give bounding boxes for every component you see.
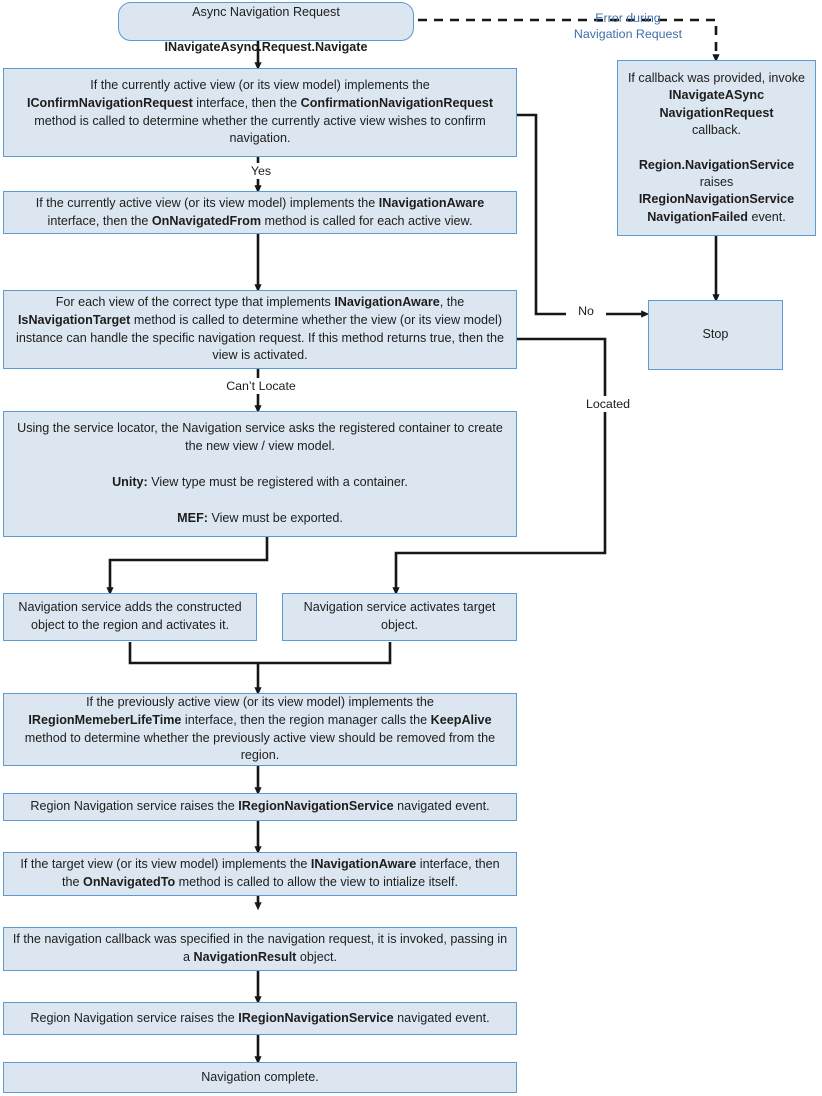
callback-invoked-text: If the navigation callback was specified… — [12, 932, 508, 964]
node-confirm-navigation-request[interactable]: If the currently active view (or its vie… — [3, 68, 517, 157]
node-raises-navigated-event-1[interactable]: Region Navigation service raises the IRe… — [3, 793, 517, 821]
on-navigated-to-text: If the target view (or its view model) i… — [20, 857, 500, 889]
node-is-navigation-target[interactable]: For each view of the correct type that i… — [3, 290, 517, 369]
raises-navigated-1-text: Region Navigation service raises the IRe… — [30, 799, 490, 814]
activate-target-text: Navigation service activates target obje… — [303, 600, 496, 632]
keep-alive-text: If the previously active view (or its vi… — [24, 694, 496, 763]
service-locator-text: Using the service locator, the Navigatio… — [17, 421, 503, 525]
node-raises-navigated-event-2[interactable]: Region Navigation service raises the IRe… — [3, 1002, 517, 1035]
node-add-constructed-object-to-region[interactable]: Navigation service adds the constructed … — [3, 593, 257, 641]
node-activate-target-object[interactable]: Navigation service activates target obje… — [282, 593, 517, 641]
node-on-navigated-from[interactable]: If the currently active view (or its vie… — [3, 191, 517, 234]
navigation-complete-text: Navigation complete. — [201, 1069, 319, 1084]
node-on-navigated-to[interactable]: If the target view (or its view model) i… — [3, 852, 517, 896]
node-stop[interactable]: Stop — [648, 300, 783, 370]
edge-label-cant-locate: Can’t Locate — [212, 378, 310, 395]
edge-label-yes: Yes — [238, 163, 284, 180]
node-navigation-failed-callback[interactable]: If callback was provided, invoke INaviga… — [617, 60, 816, 236]
add-to-region-text: Navigation service adds the constructed … — [18, 600, 242, 632]
async-navigation-request-line1: Async Navigation Request — [192, 4, 340, 19]
node-navigation-complete[interactable]: Navigation complete. — [3, 1062, 517, 1093]
stop-text: Stop — [702, 327, 729, 342]
node-async-navigation-request[interactable]: Async Navigation Request INavigateAsync.… — [118, 2, 414, 54]
raises-navigated-2-text: Region Navigation service raises the IRe… — [30, 1010, 490, 1025]
is-navigation-target-text: For each view of the correct type that i… — [16, 294, 504, 363]
on-navigated-from-text: If the currently active view (or its vie… — [35, 195, 485, 228]
async-navigation-request-line2: INavigateAsync.Request.Navigate — [164, 40, 368, 55]
connector-servicelocator-to-addtoregion — [106, 537, 269, 596]
node-service-locator-create-view[interactable]: Using the service locator, the Navigatio… — [3, 411, 517, 537]
edge-label-no: No — [566, 303, 606, 320]
flowchart-canvas: Async Navigation Request INavigateAsync.… — [0, 0, 822, 1096]
edge-label-located: Located — [572, 396, 644, 413]
node-navigation-callback-invoked[interactable]: If the navigation callback was specified… — [3, 927, 517, 971]
navigation-failed-callback-text: If callback was provided, invoke INaviga… — [627, 70, 806, 224]
confirm-navigation-request-text: If the currently active view (or its vie… — [26, 77, 494, 146]
edge-label-error-during: Error during Navigation Request — [573, 11, 683, 42]
async-navigation-request-text: Async Navigation Request INavigateAsync.… — [127, 0, 405, 57]
connector-merge-bar — [128, 642, 392, 665]
node-region-member-lifetime[interactable]: If the previously active view (or its vi… — [3, 693, 517, 766]
